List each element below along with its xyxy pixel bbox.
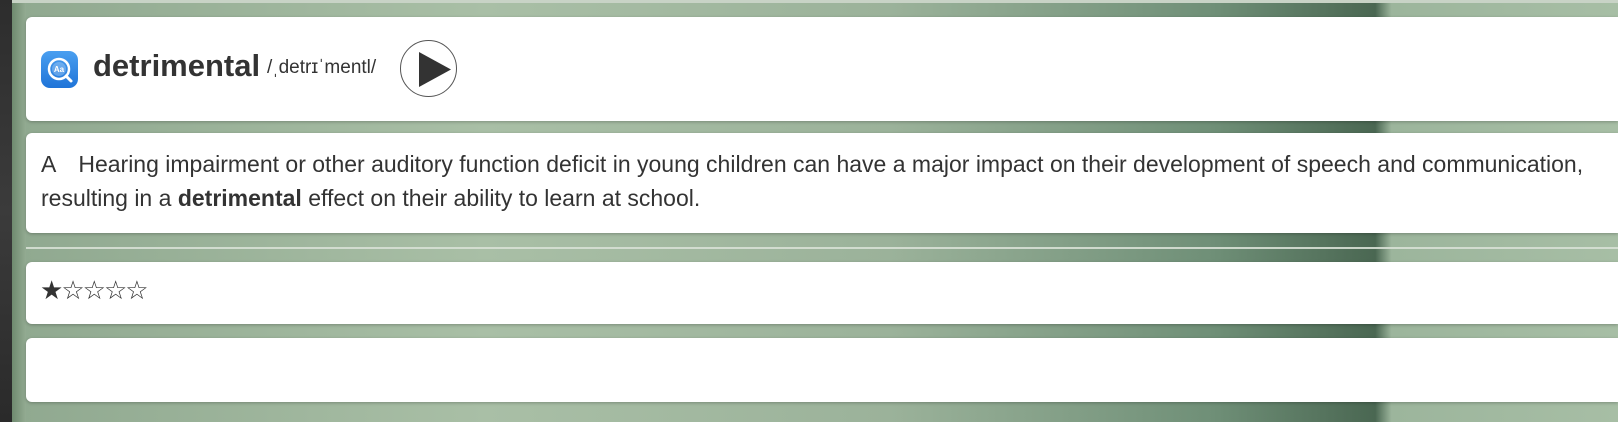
empty-card (26, 338, 1618, 402)
play-audio-button[interactable] (400, 40, 457, 97)
rating-card: ★☆☆☆☆ (26, 262, 1618, 324)
sentence-label: A (41, 151, 57, 177)
word-card: Aa detrimental /ˌdetrɪˈmentl/ (26, 17, 1618, 121)
star-5[interactable]: ☆ (125, 276, 148, 306)
window-left-edge (0, 0, 12, 422)
star-rating: ★☆☆☆☆ (40, 276, 149, 306)
highlighted-word: detrimental (177, 185, 302, 211)
sentence-text-after: effect on their ability to learn at scho… (308, 185, 701, 211)
svg-text:Aa: Aa (54, 65, 65, 74)
star-3[interactable]: ☆ (83, 276, 106, 306)
divider (26, 247, 1618, 249)
star-1[interactable]: ★ (40, 276, 63, 306)
dictionary-app-icon: Aa (41, 51, 78, 88)
background-strip (12, 0, 26, 422)
star-4[interactable]: ☆ (104, 276, 127, 306)
headword: detrimental (93, 48, 261, 83)
example-sentence-card: A Hearing impairment or other auditory fu… (26, 133, 1618, 233)
top-border (12, 0, 1618, 3)
star-2[interactable]: ☆ (61, 276, 84, 306)
play-icon (419, 52, 451, 87)
example-sentence: A Hearing impairment or other auditory fu… (41, 147, 1601, 215)
phonetic-transcription: /ˌdetrɪˈmentl/ (267, 57, 377, 78)
